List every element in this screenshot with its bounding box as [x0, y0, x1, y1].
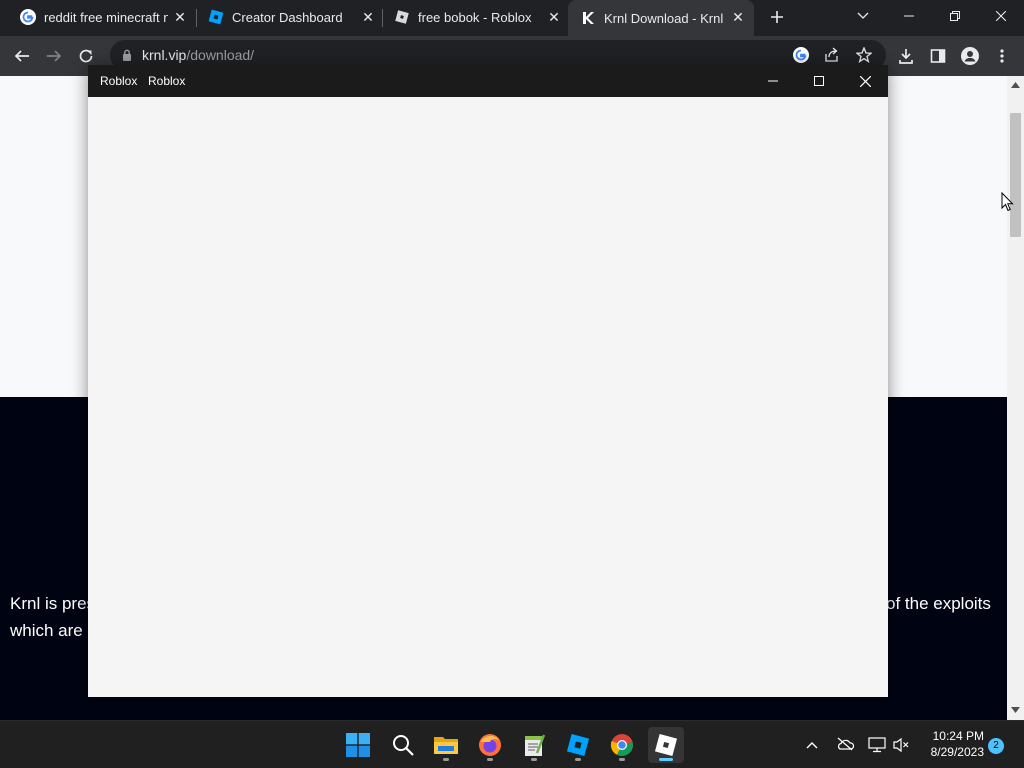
restore-button[interactable]: [932, 0, 978, 32]
search-button[interactable]: [385, 727, 421, 763]
running-indicator-active: [659, 758, 673, 761]
roblox-titlebar[interactable]: Roblox Roblox: [88, 65, 888, 97]
clock-time: 10:24 PM: [932, 729, 984, 743]
profile-icon: [961, 47, 979, 65]
show-hidden-icons-button[interactable]: [804, 737, 820, 753]
taskbar-notepad-plus-plus[interactable]: [516, 727, 552, 763]
reload-icon: [79, 49, 93, 63]
chrome-icon: [610, 734, 633, 756]
bookmark-star-icon[interactable]: [856, 47, 872, 63]
kebab-menu-icon: [1000, 49, 1004, 63]
running-indicator: [443, 758, 449, 761]
roblox-window[interactable]: Roblox Roblox: [88, 65, 888, 697]
page-text-line1-right: of the exploits: [886, 594, 991, 613]
mouse-cursor-icon: [1001, 192, 1014, 212]
roblox-maximize-button[interactable]: [796, 65, 842, 97]
windows-taskbar: 10:24 PM 8/29/2023 2: [0, 720, 1024, 768]
roblox-content-area[interactable]: [88, 97, 888, 697]
roblox-icon: [395, 10, 409, 24]
download-icon: [899, 49, 913, 64]
url-text[interactable]: krnl.vip/download/: [142, 47, 254, 63]
minimize-icon: [904, 15, 914, 17]
url-host: krnl.vip: [142, 47, 187, 63]
menu-button[interactable]: [990, 44, 1014, 68]
taskbar-roblox-studio[interactable]: [560, 727, 596, 763]
profile-button[interactable]: [958, 44, 982, 68]
restore-icon: [950, 11, 960, 21]
google-lens-icon[interactable]: [792, 46, 810, 64]
clock[interactable]: 10:24 PM 8/29/2023: [931, 728, 984, 760]
running-indicator: [487, 758, 493, 761]
arrow-right-icon: [47, 50, 62, 62]
taskbar-roblox[interactable]: [648, 727, 684, 763]
close-tab-icon[interactable]: ✕: [172, 9, 188, 25]
scroll-down-arrow-icon[interactable]: [1011, 707, 1020, 713]
start-button[interactable]: [340, 727, 376, 763]
page-text-line1-left: Krnl is pres: [10, 594, 96, 613]
krnl-icon: [583, 12, 594, 24]
tab-search-button[interactable]: [840, 0, 886, 32]
back-button[interactable]: [10, 44, 34, 68]
volume-muted-icon[interactable]: [892, 737, 910, 753]
close-icon: [859, 75, 871, 87]
google-icon: [20, 9, 36, 25]
page-text-line2-left: which are: [10, 621, 83, 640]
onedrive-offline-icon[interactable]: [836, 737, 854, 751]
forward-button[interactable]: [42, 44, 66, 68]
notification-badge[interactable]: 2: [988, 738, 1004, 754]
chevron-up-icon: [806, 742, 818, 749]
tab-reddit-search[interactable]: reddit free minecraft no ✕: [0, 0, 196, 34]
running-indicator: [531, 758, 537, 761]
running-indicator: [575, 758, 581, 761]
taskbar-firefox[interactable]: [472, 727, 508, 763]
clock-date: 8/29/2023: [930, 745, 984, 759]
roblox-studio-icon: [208, 9, 224, 25]
minimize-button[interactable]: [886, 0, 932, 32]
roblox-minimize-button[interactable]: [750, 65, 796, 97]
tab-free-bobok[interactable]: free bobok - Roblox ✕: [374, 0, 570, 34]
taskbar-chrome[interactable]: [604, 727, 640, 763]
close-tab-icon[interactable]: ✕: [546, 9, 562, 25]
tab-title: Creator Dashboard: [232, 9, 343, 25]
network-icon[interactable]: [868, 737, 886, 753]
side-panel-icon: [930, 49, 946, 63]
folder-icon: [434, 737, 458, 754]
downloads-button[interactable]: [894, 44, 918, 68]
share-icon[interactable]: [824, 47, 840, 63]
scroll-up-arrow-icon[interactable]: [1011, 82, 1020, 88]
new-tab-button[interactable]: [766, 6, 788, 28]
plus-icon: [771, 11, 783, 23]
search-icon: [393, 735, 414, 756]
side-panel-button[interactable]: [926, 44, 950, 68]
close-icon: [996, 11, 1006, 21]
minimize-icon: [768, 80, 778, 82]
scrollbar-thumb[interactable]: [1010, 113, 1021, 237]
tab-strip: reddit free minecraft no ✕ Creator Dashb…: [0, 0, 1024, 36]
tab-krnl-download[interactable]: Krnl Download - Krnl ✕: [568, 0, 754, 36]
maximize-icon: [814, 76, 824, 86]
notepad-plus-plus-icon: [525, 734, 545, 756]
roblox-title-left: Roblox: [100, 74, 138, 88]
close-tab-icon[interactable]: ✕: [730, 9, 746, 25]
roblox-title-right: Roblox: [148, 74, 186, 88]
tab-creator-dashboard[interactable]: Creator Dashboard ✕: [188, 0, 384, 34]
tab-title: Krnl Download - Krnl: [604, 10, 724, 26]
close-window-button[interactable]: [978, 0, 1024, 32]
tab-title: reddit free minecraft no: [44, 9, 168, 25]
chevron-down-icon: [857, 12, 869, 19]
windows-logo-icon: [346, 733, 370, 757]
firefox-icon: [479, 734, 501, 756]
roblox-studio-icon: [566, 733, 590, 757]
url-path: /download/: [186, 47, 255, 63]
roblox-icon: [654, 733, 678, 757]
roblox-close-button[interactable]: [842, 65, 888, 97]
arrow-left-icon: [14, 50, 29, 62]
tab-title: free bobok - Roblox: [418, 9, 532, 25]
running-indicator: [619, 758, 625, 761]
taskbar-file-explorer[interactable]: [428, 727, 464, 763]
lock-icon[interactable]: [122, 49, 132, 61]
